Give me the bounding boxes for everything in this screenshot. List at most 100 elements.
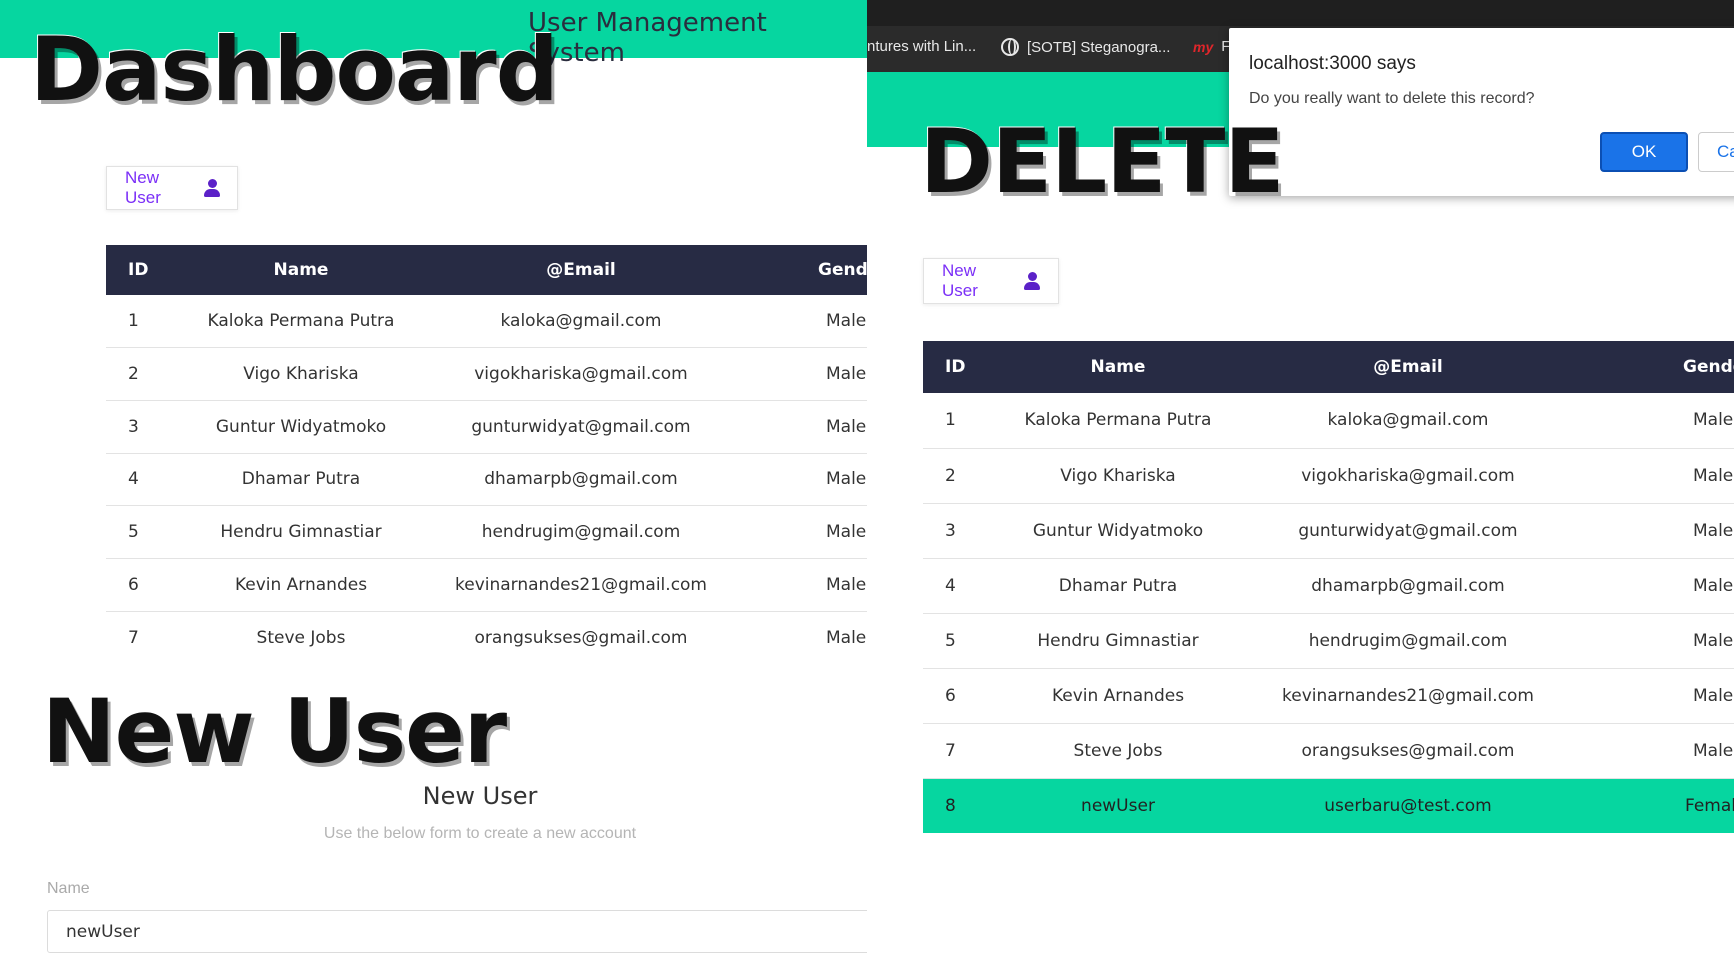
users-table-container: ID Name @Email Gender 1 Kaloka Permana P… bbox=[106, 245, 867, 664]
cell-email: kaloka@gmail.com bbox=[426, 295, 736, 349]
cell-email: kaloka@gmail.com bbox=[1243, 393, 1573, 449]
delete-caption: DELETE bbox=[920, 110, 1284, 213]
cell-id: 2 bbox=[106, 347, 176, 401]
bookmark-label: [SOTB] Steganogra... bbox=[1027, 38, 1171, 56]
cell-id: 6 bbox=[106, 558, 176, 612]
table-row[interactable]: 3 Guntur Widyatmoko gunturwidyat@gmail.c… bbox=[923, 503, 1734, 559]
cell-id: 1 bbox=[106, 295, 176, 349]
table-row[interactable]: 7 Steve Jobs orangsukses@gmail.com Male bbox=[923, 723, 1734, 779]
cell-name: Kaloka Permana Putra bbox=[176, 295, 426, 349]
header-gender: Gender bbox=[818, 260, 867, 280]
cell-id: 4 bbox=[106, 453, 176, 507]
cell-gender: Male bbox=[1573, 558, 1734, 614]
globe-icon bbox=[1001, 38, 1019, 56]
cell-name: newUser bbox=[1081, 795, 1155, 816]
header-email: @Email bbox=[1373, 357, 1443, 377]
cell-email: vigokhariska@gmail.com bbox=[426, 347, 736, 401]
table-row[interactable]: 5 Hendru Gimnastiar hendrugim@gmail.com … bbox=[106, 505, 867, 559]
cell-gender: Male bbox=[736, 558, 867, 612]
ok-button[interactable]: OK bbox=[1600, 132, 1688, 172]
browser-title-bar bbox=[867, 0, 1734, 26]
table-row[interactable]: 4 Dhamar Putra dhamarpb@gmail.com Male bbox=[923, 558, 1734, 614]
new-user-button[interactable]: New User bbox=[923, 258, 1059, 304]
name-field-label: Name bbox=[47, 880, 90, 897]
cell-email: kevinarnandes21@gmail.com bbox=[1243, 668, 1573, 724]
cell-name: Guntur Widyatmoko bbox=[176, 400, 426, 454]
bookmark-label: ntures with Lin... bbox=[867, 38, 977, 55]
cell-name: Kaloka Permana Putra bbox=[993, 393, 1243, 449]
cell-gender: Male bbox=[736, 295, 867, 349]
table-row[interactable]: 6 Kevin Arnandes kevinarnandes21@gmail.c… bbox=[923, 668, 1734, 724]
header-email: @Email bbox=[546, 260, 616, 280]
dashboard-caption: Dashboard bbox=[30, 18, 559, 121]
bookmark-item[interactable]: ntures with Lin... bbox=[867, 38, 976, 55]
table-row-selected[interactable]: 8 newUser userbaru@test.com Female bbox=[923, 778, 1734, 833]
header-name: Name bbox=[1090, 357, 1146, 377]
dialog-title: localhost:3000 says bbox=[1249, 53, 1416, 74]
cell-id: 3 bbox=[923, 503, 993, 559]
name-field[interactable] bbox=[47, 910, 867, 953]
table-row[interactable]: 4 Dhamar Putra dhamarpb@gmail.com Male bbox=[106, 453, 867, 507]
new-user-caption: New User bbox=[42, 680, 507, 783]
dashboard-panel: User Management System New User ID Name … bbox=[0, 0, 867, 969]
cancel-button[interactable]: Ca bbox=[1698, 132, 1734, 172]
cell-gender: Male bbox=[1573, 723, 1734, 779]
cell-email: dhamarpb@gmail.com bbox=[426, 453, 736, 507]
cell-id: 8 bbox=[945, 795, 956, 816]
table-header-row: ID Name @Email Gender bbox=[923, 341, 1734, 393]
cell-name: Vigo Khariska bbox=[176, 347, 426, 401]
users-table: ID Name @Email Gender 1 Kaloka Permana P… bbox=[106, 245, 867, 664]
table-row[interactable]: 2 Vigo Khariska vigokhariska@gmail.com M… bbox=[106, 347, 867, 401]
form-title: New User bbox=[422, 782, 538, 810]
bookmark-item[interactable]: [SOTB] Steganogra... bbox=[1001, 38, 1170, 56]
new-user-button[interactable]: New User bbox=[106, 166, 238, 210]
table-row[interactable]: 7 Steve Jobs orangsukses@gmail.com Male bbox=[106, 611, 867, 664]
cell-name: Kevin Arnandes bbox=[176, 558, 426, 612]
cell-gender: Male bbox=[1573, 613, 1734, 669]
table-row[interactable]: 5 Hendru Gimnastiar hendrugim@gmail.com … bbox=[923, 613, 1734, 669]
cell-gender: Male bbox=[1573, 393, 1734, 449]
cell-email: dhamarpb@gmail.com bbox=[1243, 558, 1573, 614]
my-icon: my bbox=[1193, 38, 1214, 55]
cell-gender: Male bbox=[1573, 448, 1734, 504]
cell-email: orangsukses@gmail.com bbox=[474, 627, 688, 648]
header-id: ID bbox=[128, 260, 149, 280]
cell-gender: Male bbox=[736, 505, 867, 559]
table-row[interactable]: 3 Guntur Widyatmoko gunturwidyat@gmail.c… bbox=[106, 400, 867, 454]
header-name: Name bbox=[273, 260, 329, 280]
cell-gender: Male bbox=[1573, 668, 1734, 724]
dialog-message: Do you really want to delete this record… bbox=[1249, 90, 1535, 107]
bookmark-item[interactable]: my F bbox=[1193, 38, 1230, 55]
cell-id: 4 bbox=[923, 558, 993, 614]
table-header-row: ID Name @Email Gender bbox=[106, 245, 867, 295]
cell-name: Hendru Gimnastiar bbox=[993, 613, 1243, 669]
table-row[interactable]: 6 Kevin Arnandes kevinarnandes21@gmail.c… bbox=[106, 558, 867, 612]
cell-email: hendrugim@gmail.com bbox=[426, 505, 736, 559]
cell-name: Vigo Khariska bbox=[993, 448, 1243, 504]
cell-id: 1 bbox=[923, 393, 993, 449]
cell-name: Guntur Widyatmoko bbox=[993, 503, 1243, 559]
table-row[interactable]: 1 Kaloka Permana Putra kaloka@gmail.com … bbox=[923, 393, 1734, 449]
users-table: ID Name @Email Gender 1 Kaloka Permana P… bbox=[923, 341, 1734, 833]
cell-id: 2 bbox=[923, 448, 993, 504]
cell-id: 5 bbox=[923, 613, 993, 669]
user-icon bbox=[203, 179, 220, 197]
header-id: ID bbox=[945, 357, 966, 377]
cell-name: Dhamar Putra bbox=[993, 558, 1243, 614]
cell-name: Kevin Arnandes bbox=[993, 668, 1243, 724]
cell-gender: Male bbox=[736, 347, 867, 401]
cell-id: 6 bbox=[923, 668, 993, 724]
new-user-button-label: New User bbox=[125, 168, 161, 207]
cell-id: 7 bbox=[923, 723, 993, 779]
table-row[interactable]: 2 Vigo Khariska vigokhariska@gmail.com M… bbox=[923, 448, 1734, 504]
cell-gender: Female bbox=[1685, 795, 1734, 816]
cell-name: Steve Jobs bbox=[256, 627, 346, 648]
table-row[interactable]: 1 Kaloka Permana Putra kaloka@gmail.com … bbox=[106, 295, 867, 349]
form-subtitle: Use the below form to create a new accou… bbox=[323, 825, 637, 842]
cell-email: userbaru@test.com bbox=[1324, 795, 1492, 816]
cell-id: 3 bbox=[106, 400, 176, 454]
new-user-button-label: New User bbox=[942, 261, 978, 300]
cell-email: gunturwidyat@gmail.com bbox=[426, 400, 736, 454]
cell-id: 5 bbox=[106, 505, 176, 559]
cell-name: Dhamar Putra bbox=[176, 453, 426, 507]
